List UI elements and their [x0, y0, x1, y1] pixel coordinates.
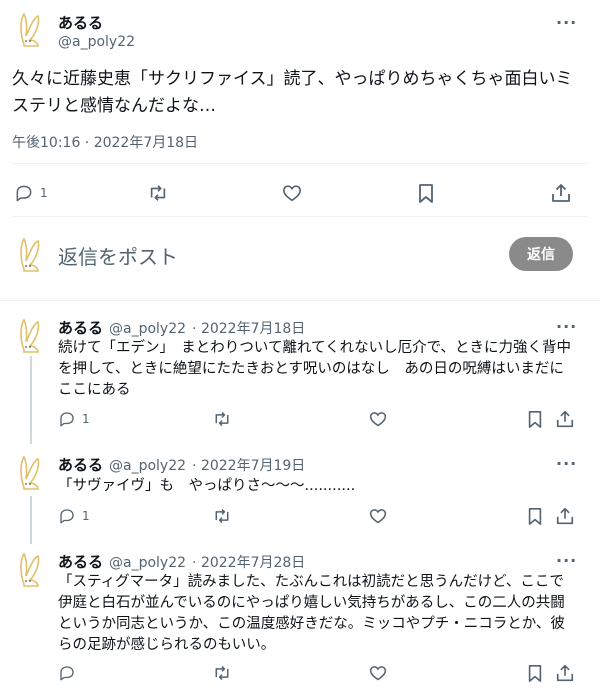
repost-action[interactable]	[212, 507, 232, 525]
more-options-icon[interactable]: ···	[556, 551, 577, 570]
reply-icon	[16, 185, 32, 202]
reply-author-name[interactable]: あるる	[58, 317, 103, 338]
reply-text: 続けて「エデン」 まとわりついて離れてくれないし厄介で、ときに力強く背中を押して…	[58, 340, 572, 398]
reply-count: 1	[82, 509, 90, 523]
more-options-icon[interactable]: ···	[556, 454, 577, 473]
reply-author-handle[interactable]: @a_poly22	[109, 458, 186, 474]
bunny-avatar-icon	[20, 552, 40, 587]
repost-action[interactable]	[212, 410, 232, 428]
bookmark-action[interactable]	[416, 182, 436, 204]
share-action[interactable]	[555, 663, 575, 683]
main-avatar[interactable]	[14, 10, 50, 50]
share-icon	[556, 507, 574, 525]
share-icon	[556, 410, 574, 428]
bookmark-action[interactable]	[526, 409, 544, 429]
divider	[12, 216, 588, 217]
thread-connector	[30, 496, 32, 544]
more-options-icon[interactable]: ···	[556, 13, 577, 32]
bunny-avatar-icon	[20, 12, 40, 47]
reply-action[interactable]: 1	[58, 507, 90, 525]
share-icon	[552, 184, 570, 202]
share-action[interactable]	[555, 409, 575, 429]
thread-connector	[30, 356, 32, 444]
compose-avatar	[14, 235, 50, 275]
reply-avatar[interactable]	[14, 453, 50, 493]
reply-icon	[60, 666, 74, 681]
heart-icon	[369, 666, 387, 681]
bookmark-icon	[419, 184, 433, 203]
heart-icon	[369, 412, 387, 427]
reply-author-handle[interactable]: @a_poly22	[109, 555, 186, 571]
reply-icon	[60, 509, 74, 524]
reply-action[interactable]: 1	[58, 410, 90, 428]
reply-text: 「スティグマータ」読みました、たぶんこれは初読だと思うんだけど、ここで伊庭と白石…	[58, 574, 565, 653]
reply-avatar[interactable]	[14, 316, 50, 356]
reply-header: あるる @a_poly22 · 2022年7月28日	[58, 551, 305, 572]
reply-icon	[60, 412, 74, 427]
tweet-timestamp[interactable]: 午後10:16 · 2022年7月18日	[12, 132, 198, 152]
reply-author-name[interactable]: あるる	[58, 551, 103, 572]
reply-header: あるる @a_poly22 · 2022年7月19日	[58, 454, 305, 475]
repost-icon	[215, 508, 229, 524]
reply-avatar[interactable]	[14, 550, 50, 590]
more-options-icon[interactable]: ···	[556, 317, 577, 336]
bookmark-action[interactable]	[526, 663, 544, 683]
bookmark-icon	[528, 507, 542, 525]
repost-action[interactable]	[212, 664, 232, 682]
section-divider	[0, 300, 600, 301]
share-icon	[556, 664, 574, 682]
reply-date[interactable]: · 2022年7月19日	[192, 455, 305, 475]
reply-action[interactable]: 1	[14, 183, 48, 203]
reply-action[interactable]	[58, 664, 82, 682]
share-action[interactable]	[555, 506, 575, 526]
like-action[interactable]	[368, 507, 388, 525]
bookmark-icon	[528, 664, 542, 682]
bunny-avatar-icon	[20, 237, 40, 272]
reply-count: 1	[82, 412, 90, 426]
reply-submit-button[interactable]: 返信	[509, 237, 573, 271]
reply-date[interactable]: · 2022年7月28日	[192, 552, 305, 572]
like-action[interactable]	[368, 410, 388, 428]
heart-icon	[282, 185, 302, 202]
heart-icon	[369, 509, 387, 524]
bookmark-action[interactable]	[526, 506, 544, 526]
bunny-avatar-icon	[20, 318, 40, 353]
reply-date[interactable]: · 2022年7月18日	[192, 318, 305, 338]
like-action[interactable]	[281, 183, 303, 203]
reply-text: 「サヴァイヴ」も やっぱりさ〜〜〜...........	[58, 478, 356, 494]
bunny-avatar-icon	[20, 455, 40, 490]
bookmark-icon	[528, 410, 542, 428]
like-action[interactable]	[368, 664, 388, 682]
repost-icon	[150, 185, 166, 201]
reply-author-name[interactable]: あるる	[58, 454, 103, 475]
compose-input[interactable]: 返信をポスト	[58, 241, 178, 270]
author-handle[interactable]: @a_poly22	[58, 34, 135, 50]
share-action[interactable]	[550, 182, 572, 204]
reply-author-handle[interactable]: @a_poly22	[109, 321, 186, 337]
repost-icon	[215, 411, 229, 427]
reply-count: 1	[40, 186, 48, 200]
tweet-text: 久々に近藤史恵「サクリファイス」読了、やっぱりめちゃくちゃ面白いミステリと感情な…	[12, 69, 573, 116]
divider	[12, 163, 588, 164]
repost-action[interactable]	[147, 183, 169, 203]
reply-header: あるる @a_poly22 · 2022年7月18日	[58, 317, 305, 338]
author-name[interactable]: あるる	[58, 12, 103, 33]
repost-icon	[215, 665, 229, 681]
